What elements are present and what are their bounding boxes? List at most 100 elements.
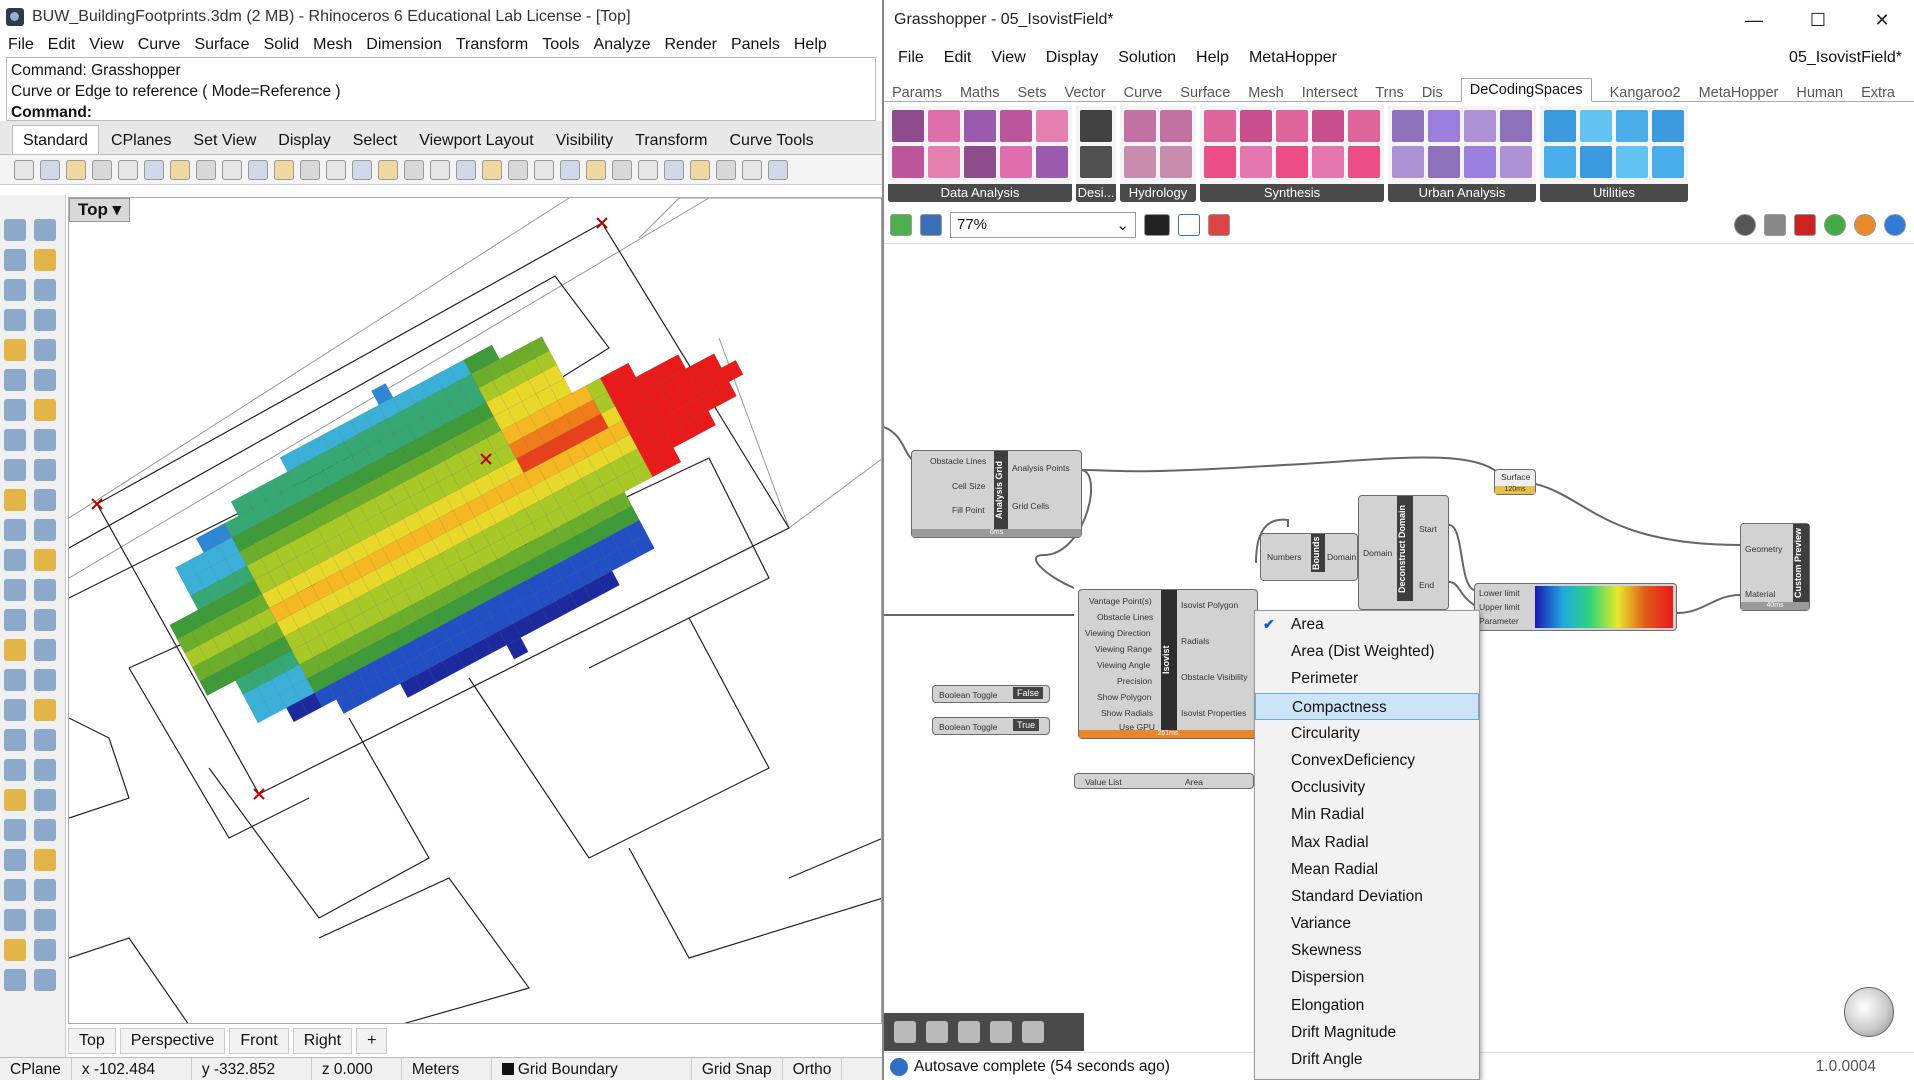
left-tool-icon[interactable] (34, 849, 56, 871)
rhino-menu-tools[interactable]: Tools (542, 36, 579, 54)
input-show-polygon[interactable]: Show Polygon (1097, 692, 1151, 702)
component-icon[interactable] (1036, 110, 1068, 142)
component-icon[interactable] (1392, 110, 1424, 142)
gh-tab-params[interactable]: Params (892, 85, 942, 101)
left-tool-icon[interactable] (4, 519, 26, 541)
left-tool-icon[interactable] (34, 729, 56, 751)
gh-tab-dis[interactable]: Dis (1422, 85, 1443, 101)
component-icon[interactable] (1464, 110, 1496, 142)
value-list-component[interactable]: Value List Area (1074, 773, 1254, 789)
tab-set-view[interactable]: Set View (183, 126, 266, 154)
panel-label[interactable]: Data Analysis (888, 184, 1072, 202)
left-tool-icon[interactable] (34, 579, 56, 601)
left-tool-icon[interactable] (34, 399, 56, 421)
left-tool-icon[interactable] (34, 339, 56, 361)
deconstruct-domain-component[interactable]: Domain Deconstruct Domain Start End (1358, 495, 1449, 610)
component-icon[interactable] (1276, 146, 1308, 178)
left-tool-icon[interactable] (34, 819, 56, 841)
value-list-selected[interactable]: Area (1185, 777, 1203, 787)
left-tool-icon[interactable] (4, 459, 26, 481)
component-icon[interactable] (964, 146, 996, 178)
standard-tool-icon[interactable] (560, 159, 580, 180)
eye-icon[interactable] (1178, 213, 1200, 236)
left-tool-icon[interactable] (34, 639, 56, 661)
gh-tab-surface[interactable]: Surface (1180, 85, 1230, 101)
input-obstacle-lines[interactable]: Obstacle Lines (930, 456, 986, 466)
left-tool-icon[interactable] (34, 309, 56, 331)
component-icon[interactable] (928, 110, 960, 142)
standard-tool-icon[interactable] (14, 159, 34, 180)
left-tool-icon[interactable] (34, 219, 56, 241)
dropdown-item-drift-angle[interactable]: Drift Angle (1255, 1046, 1479, 1073)
standard-tool-icon[interactable] (92, 159, 112, 180)
component-icon[interactable] (1348, 146, 1380, 178)
component-icon[interactable] (1392, 146, 1424, 178)
component-icon[interactable] (892, 146, 924, 178)
tab-visibility[interactable]: Visibility (546, 126, 624, 154)
standard-tool-icon[interactable] (378, 159, 398, 180)
tab-cplanes[interactable]: CPlanes (101, 126, 181, 154)
dropdown-item-area-dist-weighted-[interactable]: Area (Dist Weighted) (1255, 638, 1479, 665)
left-tool-icon[interactable] (34, 909, 56, 931)
panel-label[interactable]: Utilities (1540, 184, 1688, 202)
left-tool-icon[interactable] (4, 939, 26, 961)
standard-tool-icon[interactable] (274, 159, 294, 180)
left-tool-icon[interactable] (4, 609, 26, 631)
left-tool-icon[interactable] (34, 939, 56, 961)
gh-tab-decodingspaces[interactable]: DeCodingSpaces (1460, 78, 1592, 102)
component-icon[interactable] (1544, 110, 1576, 142)
custom-preview-component[interactable]: Geometry Material Custom Preview 40ms (1740, 523, 1810, 611)
standard-tool-icon[interactable] (40, 159, 60, 180)
component-icon[interactable] (1124, 146, 1156, 178)
left-tool-icon[interactable] (4, 309, 26, 331)
sketch-icon[interactable] (1208, 213, 1230, 236)
component-icon[interactable] (1036, 146, 1068, 178)
left-tool-icon[interactable] (34, 249, 56, 271)
dropdown-item-max-radial[interactable]: Max Radial (1255, 829, 1479, 856)
save-file-icon[interactable] (920, 213, 942, 236)
widget-icon[interactable] (958, 1021, 980, 1043)
standard-tool-icon[interactable] (222, 159, 242, 180)
input-precision[interactable]: Precision (1117, 676, 1152, 686)
left-tool-icon[interactable] (4, 489, 26, 511)
dropdown-item-compactness[interactable]: Compactness (1255, 692, 1479, 720)
gh-tab-curve[interactable]: Curve (1124, 85, 1163, 101)
standard-tool-icon[interactable] (300, 159, 320, 180)
toggle-value[interactable]: True (1013, 719, 1040, 731)
widget-icon[interactable] (1022, 1021, 1044, 1043)
panel-label[interactable]: Synthesis (1200, 184, 1384, 202)
left-tool-icon[interactable] (34, 759, 56, 781)
component-icon[interactable] (1312, 146, 1344, 178)
left-tool-icon[interactable] (4, 369, 26, 391)
component-icon[interactable] (1580, 146, 1612, 178)
boolean-toggle-false[interactable]: Boolean Toggle False (932, 685, 1050, 703)
output-isovist-properties[interactable]: Isovist Properties (1181, 708, 1246, 718)
tab-standard[interactable]: Standard (12, 125, 99, 154)
left-tool-icon[interactable] (4, 909, 26, 931)
standard-tool-icon[interactable] (586, 159, 606, 180)
component-icon[interactable] (1500, 146, 1532, 178)
status-layer[interactable]: Grid Boundary (492, 1057, 692, 1080)
left-tool-icon[interactable] (4, 819, 26, 841)
vp-tab-front[interactable]: Front (229, 1028, 289, 1054)
dropdown-item-drift-magnitude[interactable]: Drift Magnitude (1255, 1019, 1479, 1046)
component-icon[interactable] (1276, 110, 1308, 142)
standard-tool-icon[interactable] (196, 159, 216, 180)
output-analysis-points[interactable]: Analysis Points (1012, 463, 1070, 473)
standard-tool-icon[interactable] (638, 159, 658, 180)
component-icon[interactable] (1312, 110, 1344, 142)
left-tool-icon[interactable] (34, 489, 56, 511)
standard-tool-icon[interactable] (612, 159, 632, 180)
gh-tab-trns[interactable]: Trns (1375, 85, 1403, 101)
tab-select[interactable]: Select (343, 126, 407, 154)
preview-selected-icon[interactable] (1824, 213, 1846, 236)
gh-tab-kangaroo2[interactable]: Kangaroo2 (1610, 85, 1681, 101)
component-icon[interactable] (1616, 146, 1648, 178)
left-tool-icon[interactable] (4, 969, 26, 991)
output-radials[interactable]: Radials (1181, 636, 1209, 646)
standard-tool-icon[interactable] (664, 159, 684, 180)
input-viewing-range[interactable]: Viewing Range (1095, 644, 1152, 654)
output-obstacle-visibility[interactable]: Obstacle Visibility (1181, 672, 1247, 682)
output-start[interactable]: Start (1419, 524, 1437, 534)
gh-tab-maths[interactable]: Maths (960, 85, 1000, 101)
